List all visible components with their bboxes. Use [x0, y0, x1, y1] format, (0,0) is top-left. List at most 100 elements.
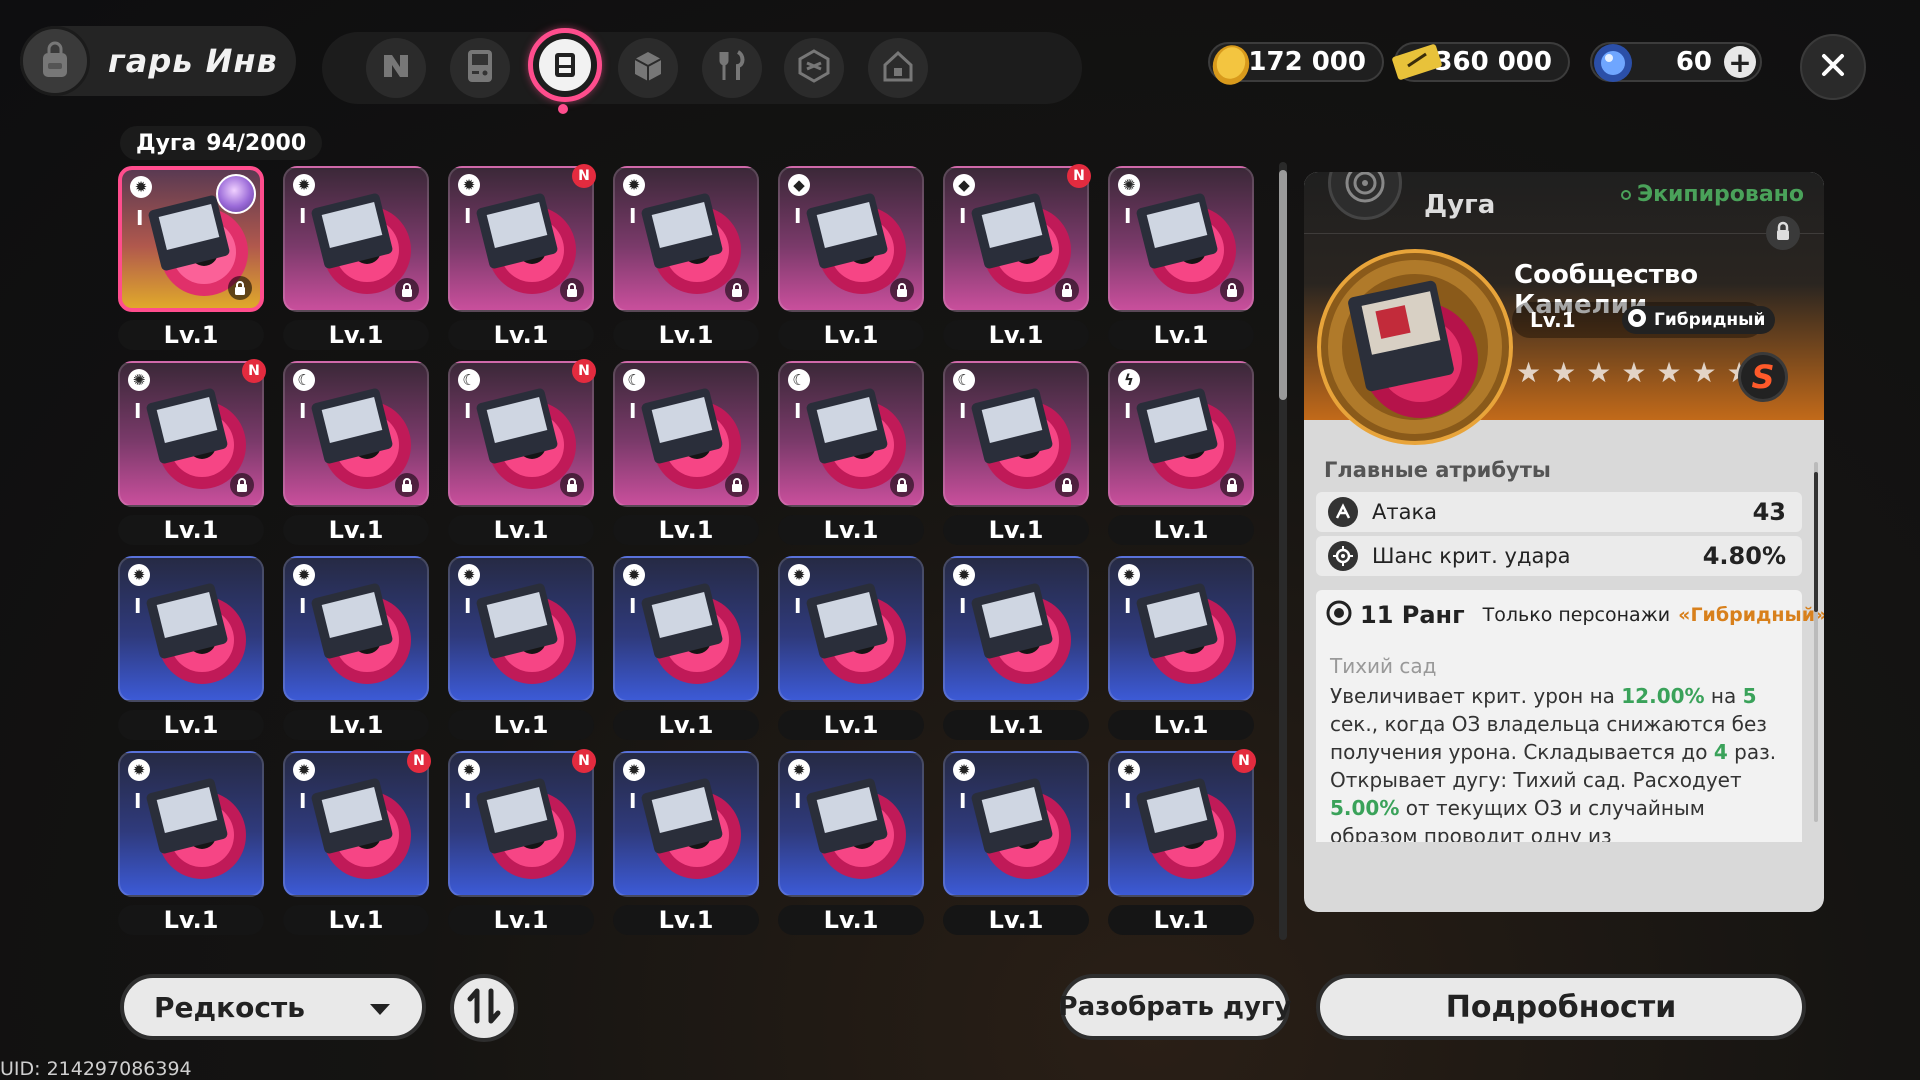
tab-food[interactable]	[702, 38, 762, 98]
arc-card[interactable]: ◆ I N Lv.1	[943, 164, 1091, 350]
arc-card[interactable]: ✹ I N Lv.1	[283, 749, 431, 935]
arc-card[interactable]: ✹ I Lv.1	[778, 751, 924, 935]
lock-icon	[230, 473, 254, 497]
arc-tier: I	[134, 789, 142, 813]
rank-effect-box: 11 Ранг Только персонажи «Гибридный» Тих…	[1316, 590, 1824, 682]
arc-card[interactable]: ✹ I Lv.1	[118, 751, 264, 935]
new-badge: N	[1067, 164, 1091, 188]
star-icon: ★	[1656, 356, 1682, 389]
arc-card[interactable]: ✺ I N Lv.1	[118, 359, 266, 545]
arc-card-level: Lv.1	[283, 515, 429, 545]
arc-card[interactable]: ✹ I Lv.1	[943, 751, 1089, 935]
arc-card[interactable]: ✹ I Lv.1	[613, 556, 759, 740]
rank-number: 11 Ранг	[1360, 601, 1465, 629]
lock-icon	[1220, 473, 1244, 497]
desc-text: сек., когда ОЗ владельца снижаются без п…	[1330, 712, 1767, 764]
arc-card[interactable]: ✹ I Lv.1	[118, 166, 264, 350]
arc-card-level: Lv.1	[118, 710, 264, 740]
arc-card-level: Lv.1	[1108, 320, 1254, 350]
desc-value: 12.00%	[1621, 684, 1705, 708]
arc-card-tile: ✹ I	[283, 556, 429, 702]
arc-disc-image	[1130, 576, 1242, 692]
new-badge: N	[1232, 749, 1256, 773]
tab-gameboy[interactable]	[450, 38, 510, 98]
add-crystal-button[interactable]: +	[1724, 46, 1756, 79]
arc-card[interactable]: ☾ I Lv.1	[943, 361, 1089, 545]
disassemble-arc-button[interactable]: Разобрать дугу	[1059, 974, 1291, 1040]
equipped-status: Экипировано	[1620, 182, 1804, 207]
attr-row-crit-rate: Шанс крит. удара 4.80%	[1316, 536, 1802, 576]
arc-card-tile: ✹ I	[118, 751, 264, 897]
arc-card[interactable]: ✺ I Lv.1	[1108, 166, 1254, 350]
arc-disc-image	[305, 576, 417, 692]
close-icon	[1820, 52, 1846, 82]
crit-icon	[1328, 541, 1358, 571]
tab-home[interactable]	[868, 38, 928, 98]
gear-icon: ✹	[623, 759, 645, 781]
arc-card[interactable]: ✹ I Lv.1	[613, 166, 759, 350]
detail-scrollbar-thumb[interactable]	[1814, 472, 1818, 612]
arc-disc-image	[800, 771, 912, 887]
arc-card[interactable]: ✹ I Lv.1	[778, 556, 924, 740]
desc-value: 5.00%	[1330, 796, 1400, 820]
arc-card[interactable]: ◆ I Lv.1	[778, 166, 924, 350]
grid-scrollbar-thumb[interactable]	[1279, 170, 1287, 400]
arc-card-tile: ☾ I	[613, 361, 759, 507]
details-button[interactable]: Подробности	[1316, 974, 1806, 1040]
arc-card[interactable]: ✹ I Lv.1	[1108, 556, 1254, 740]
arc-card-tile: ✹ I	[448, 751, 594, 897]
arc-tier: I	[299, 789, 307, 813]
ticket-icon	[1390, 36, 1448, 93]
arc-large-image	[1316, 248, 1514, 450]
arc-tier: I	[794, 789, 802, 813]
new-badge: N	[572, 359, 596, 383]
rank-restriction: Только персонажи	[1482, 604, 1671, 626]
arc-card[interactable]: ✹ I N Lv.1	[448, 749, 596, 935]
arc-card-tile: ☾ I	[283, 361, 429, 507]
rarity-sort-label: Редкость	[154, 990, 305, 1024]
arc-card-level: Lv.1	[778, 320, 924, 350]
arc-tier: I	[1124, 399, 1132, 423]
arc-card[interactable]: ✹ I N Lv.1	[1108, 749, 1256, 935]
lock-icon	[725, 473, 749, 497]
gold-coin-icon	[1204, 36, 1258, 97]
arc-card[interactable]: ✹ I Lv.1	[943, 556, 1089, 740]
arc-card[interactable]: ☾ I Lv.1	[283, 361, 429, 545]
currency-gold: 172 000	[1208, 42, 1384, 85]
arc-card[interactable]: ✹ I Lv.1	[118, 556, 264, 740]
arc-stars: ★ ★ ★ ★ ★ ★ ★	[1516, 356, 1752, 389]
arc-card-level: Lv.1	[448, 320, 594, 350]
rarity-sort-dropdown[interactable]: Редкость	[120, 974, 426, 1040]
tab-arc[interactable]	[528, 28, 602, 102]
inventory-count-value: 94/2000	[206, 130, 307, 156]
arc-card-level: Lv.1	[613, 710, 759, 740]
tab-n-logo[interactable]	[366, 38, 426, 98]
arc-card[interactable]: ✹ I Lv.1	[283, 166, 429, 350]
detail-lock-button[interactable]	[1766, 216, 1800, 250]
arc-card[interactable]: ϟ I Lv.1	[1108, 361, 1254, 545]
arc-card[interactable]: ☾ I N Lv.1	[448, 359, 596, 545]
arc-disc-image	[305, 771, 417, 887]
arc-disc-image	[470, 771, 582, 887]
arc-card-tile: ☾ I	[448, 361, 594, 507]
gear-icon: ✹	[788, 564, 810, 586]
lock-icon	[395, 473, 419, 497]
grid-scrollbar[interactable]	[1279, 162, 1287, 940]
arc-card-tile: ϟI	[1108, 361, 1254, 507]
arc-card[interactable]: ✹ I Lv.1	[283, 556, 429, 740]
arc-card[interactable]: ✹ I Lv.1	[448, 556, 594, 740]
sort-order-button[interactable]	[450, 974, 518, 1042]
tab-box[interactable]	[784, 38, 844, 98]
arc-card[interactable]: ☾ I Lv.1	[778, 361, 924, 545]
arc-card[interactable]: ☾ I Lv.1	[613, 361, 759, 545]
arc-card[interactable]: ✹ I N Lv.1	[448, 164, 596, 350]
bolt-icon: ϟ	[1118, 369, 1140, 391]
arc-tier: I	[464, 594, 472, 618]
detail-scrollbar[interactable]	[1814, 462, 1818, 822]
close-button[interactable]	[1800, 34, 1866, 100]
rank-target-icon	[1326, 600, 1352, 630]
arc-detail-panel: Дуга Экипировано Сообщество Камелии Lv.1	[1304, 172, 1824, 912]
tab-cube[interactable]	[618, 38, 678, 98]
arc-card[interactable]: ✹ I Lv.1	[613, 751, 759, 935]
arc-disc-image	[800, 576, 912, 692]
